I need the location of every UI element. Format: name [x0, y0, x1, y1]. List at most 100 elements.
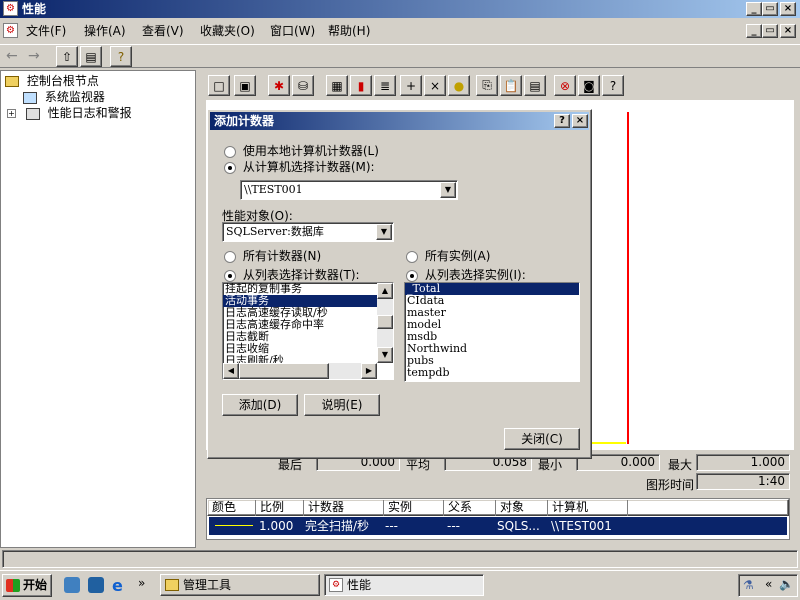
computer-dropdown-button[interactable]: ▼ [440, 182, 456, 198]
all-instances-option[interactable]: 所有实例(A) [406, 247, 490, 264]
menu-file[interactable]: 文件(F) [26, 21, 66, 41]
scroll-up-icon[interactable]: ▲ [377, 283, 393, 299]
scroll-left-icon[interactable]: ◀ [223, 363, 239, 379]
highlight-icon[interactable]: ● [448, 75, 470, 96]
menu-help[interactable]: 帮助(H) [328, 21, 370, 41]
quicklaunch-icon-1[interactable] [64, 577, 80, 593]
back-arrow-icon[interactable]: ← [6, 48, 18, 64]
all-counters-option[interactable]: 所有计数器(N) [224, 247, 321, 264]
paste-counter-list-icon[interactable]: 📋 [500, 75, 522, 96]
task-label: 管理工具 [183, 578, 232, 592]
copy-properties-icon[interactable]: ⎘ [476, 75, 498, 96]
radio-local[interactable] [224, 145, 236, 158]
properties-icon[interactable]: ▤ [524, 75, 546, 96]
view-histogram-icon[interactable]: ▮ [350, 75, 372, 96]
tree-item-logs-alerts[interactable]: + 性能日志和警报 [7, 105, 132, 121]
col-object[interactable]: 对象 [496, 500, 548, 516]
dialog-close-button[interactable]: × [572, 114, 588, 128]
delete-counter-icon[interactable]: × [424, 75, 446, 96]
add-button[interactable]: 添加(D) [222, 394, 298, 416]
select-instances-option[interactable]: 从列表选择实例(I): [406, 266, 526, 283]
task-performance[interactable]: ⚙ 性能 [324, 574, 484, 596]
radio-select-option[interactable]: 从计算机选择计数器(M): [224, 158, 375, 175]
instance-listbox[interactable]: _Total CIdata master model msdb Northwin… [404, 282, 580, 382]
menu-favorites[interactable]: 收藏夹(O) [200, 21, 255, 41]
show-tree-icon[interactable]: ▤ [80, 46, 102, 67]
clear-display-icon[interactable]: ▣ [234, 75, 256, 96]
graph-series-line [590, 442, 626, 444]
update-data-icon[interactable]: ◙ [578, 75, 600, 96]
expand-icon[interactable]: + [7, 109, 16, 118]
radio-all-counters[interactable] [224, 250, 236, 263]
vertical-scrollbar[interactable]: ▲ ▼ [377, 283, 393, 363]
freeze-display-icon[interactable]: ⊗ [554, 75, 576, 96]
task-label: 性能 [347, 578, 372, 592]
radio-select-label: 从计算机选择计数器(M): [242, 160, 375, 174]
scroll-thumb[interactable] [377, 315, 393, 329]
view-log-data-icon[interactable]: ⛁ [292, 75, 314, 96]
tray-expand-icon[interactable]: « [765, 577, 772, 591]
list-item[interactable]: tempdb [405, 367, 579, 379]
tray-app-icon[interactable]: ⚗ [743, 578, 754, 592]
menu-action[interactable]: 操作(A) [84, 21, 126, 41]
menu-window[interactable]: 窗口(W) [270, 21, 315, 41]
toolbar-help-icon[interactable]: ? [602, 75, 624, 96]
hscroll-thumb[interactable] [239, 363, 329, 379]
quicklaunch-icon-2[interactable] [88, 577, 104, 593]
counter-listbox[interactable]: 挂起的复制事务 活动事务 日志高速缓存读取/秒 日志高速缓存命中率 日志截断 日… [222, 282, 394, 380]
col-parent[interactable]: 父系 [444, 500, 496, 516]
perf-object-dropdown-button[interactable]: ▼ [376, 224, 392, 240]
counter-table: 颜色 比例 计数器 实例 父系 对象 计算机 1.000 完全扫描/秒 --- … [206, 498, 790, 540]
view-report-icon[interactable]: ≣ [374, 75, 396, 96]
child-minimize-button[interactable]: _ [746, 24, 762, 38]
tree-root[interactable]: 控制台根节点 [5, 73, 99, 89]
radio-select-instances[interactable] [406, 269, 418, 282]
forward-arrow-icon[interactable]: → [28, 48, 40, 64]
col-instance[interactable]: 实例 [384, 500, 444, 516]
tree-item-system-monitor[interactable]: 系统监视器 [23, 89, 105, 105]
volume-icon[interactable]: 🔈 [779, 577, 794, 591]
radio-all-instances[interactable] [406, 250, 418, 263]
col-color[interactable]: 颜色 [208, 500, 256, 516]
perf-object-combobox[interactable]: SQLServer:数据库 ▼ [222, 222, 394, 242]
close-button[interactable]: × [780, 2, 796, 16]
table-row[interactable]: 1.000 完全扫描/秒 --- --- SQLS... \\TEST001 [209, 517, 787, 535]
explain-button[interactable]: 说明(E) [304, 394, 380, 416]
child-close-button[interactable]: × [780, 24, 796, 38]
all-instances-label: 所有实例(A) [424, 249, 491, 263]
col-counter[interactable]: 计数器 [304, 500, 384, 516]
menu-view[interactable]: 查看(V) [142, 21, 184, 41]
maximize-button[interactable]: ▭ [762, 2, 778, 16]
col-scale[interactable]: 比例 [256, 500, 304, 516]
view-graph-icon[interactable]: ▦ [326, 75, 348, 96]
col-computer[interactable]: 计算机 [548, 500, 628, 516]
duration-value: 1:40 [696, 473, 790, 490]
dialog-help-button[interactable]: ? [554, 114, 570, 128]
up-level-icon[interactable]: ⇧ [56, 46, 78, 67]
radio-select-computer[interactable] [224, 161, 236, 174]
computer-combobox[interactable]: \\TEST001 ▼ [240, 180, 458, 200]
start-button[interactable]: 开始 [2, 574, 52, 597]
radio-select-counters[interactable] [224, 269, 236, 282]
folder-icon [5, 76, 19, 87]
more-chevron-icon[interactable]: » [138, 576, 145, 590]
help-icon[interactable]: ? [110, 46, 132, 67]
radio-local-option[interactable]: 使用本地计算机计数器(L) [224, 142, 379, 159]
minimize-button[interactable]: _ [746, 2, 762, 16]
task-admin-tools[interactable]: 管理工具 [160, 574, 320, 596]
select-counters-option[interactable]: 从列表选择计数器(T): [224, 266, 360, 283]
dialog-title: 添加计数器 [214, 114, 275, 128]
scroll-down-icon[interactable]: ▼ [377, 347, 393, 363]
mmc-icon[interactable]: ⚙ [3, 23, 18, 38]
ie-icon[interactable]: e [112, 576, 123, 595]
dialog-close-action-button[interactable]: 关闭(C) [504, 428, 580, 450]
add-counter-icon[interactable]: + [400, 75, 422, 96]
tree-item-label: 系统监视器 [44, 90, 105, 104]
horizontal-scrollbar[interactable]: ◀ ▶ [223, 363, 377, 379]
child-restore-button[interactable]: ▭ [762, 24, 778, 38]
status-bar [2, 550, 798, 568]
view-current-activity-icon[interactable]: ✱ [268, 75, 290, 96]
menu-bar: ⚙ 文件(F) 操作(A) 查看(V) 收藏夹(O) 窗口(W) 帮助(H) _… [0, 21, 800, 42]
scroll-right-icon[interactable]: ▶ [361, 363, 377, 379]
new-counter-set-icon[interactable]: □ [208, 75, 230, 96]
